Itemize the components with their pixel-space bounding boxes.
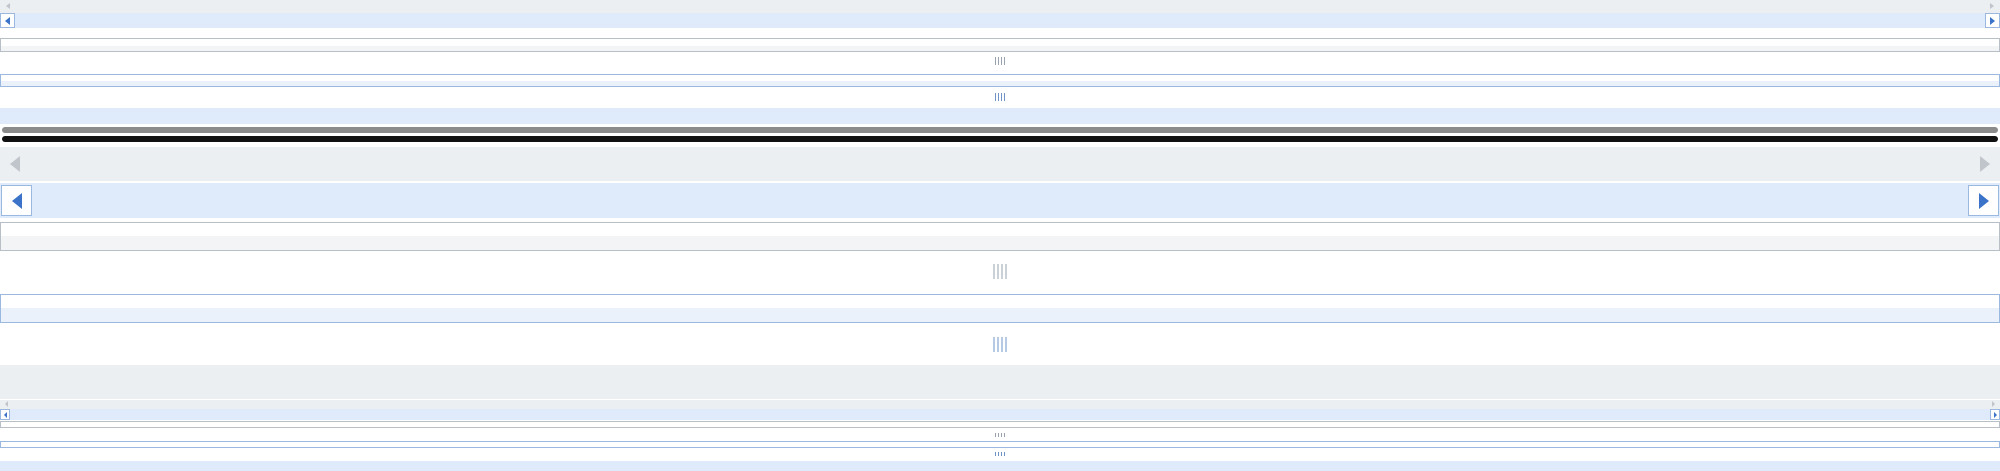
thumb-grip-area-blue-large (0, 323, 2000, 364)
scrollbar-small-grey[interactable] (0, 400, 2000, 409)
scroll-left-button[interactable] (1, 185, 32, 216)
scroll-right-button[interactable] (1990, 409, 2000, 420)
grip-lines-icon (993, 264, 1007, 279)
chevron-right-icon (1978, 192, 1989, 209)
grip-lines-icon (995, 57, 1005, 65)
scrollbar-small-blue[interactable] (0, 13, 2000, 28)
scroll-thumb-blue-small[interactable] (0, 441, 2000, 448)
scroll-left-arrow-icon[interactable] (6, 3, 10, 9)
chevron-right-icon (1993, 411, 1997, 418)
grip-lines-icon (995, 452, 1005, 456)
thumb-grip-area (0, 52, 2000, 72)
progress-bar-grey (2, 127, 1998, 133)
scroll-left-button[interactable] (0, 13, 15, 28)
scroll-thumb-blue-large[interactable] (0, 294, 2000, 323)
scroll-thumb-grey-large[interactable] (0, 222, 2000, 251)
chevron-left-icon (11, 192, 22, 209)
scrollbar-large-blue[interactable] (0, 183, 2000, 218)
chevron-left-icon (3, 411, 7, 418)
scrollbar-large-grey[interactable] (0, 147, 2000, 181)
scrollbar-small-blue[interactable] (0, 409, 2000, 420)
scroll-right-arrow-icon[interactable] (1990, 3, 1994, 9)
scroll-right-arrow-icon[interactable] (1992, 401, 1995, 407)
scroll-thumb-grey[interactable] (0, 38, 2000, 52)
chevron-right-icon (1990, 16, 1995, 25)
track-band-grey-large[interactable] (0, 365, 2000, 399)
progress-bar-black (2, 136, 1998, 142)
track-band-blue-small[interactable] (0, 461, 2000, 471)
track-band-blue[interactable] (0, 108, 2000, 124)
chevron-left-icon (5, 16, 10, 25)
scrollbar-small-grey[interactable] (0, 0, 2000, 13)
thumb-grip-area-large (0, 251, 2000, 292)
thumb-grip-area-blue-small (0, 449, 2000, 459)
scroll-right-button[interactable] (1968, 185, 1999, 216)
grip-lines-icon (993, 337, 1007, 352)
scroll-right-button[interactable] (1985, 13, 2000, 28)
thumb-grip-area-blue (0, 87, 2000, 107)
grip-lines-icon (995, 433, 1005, 437)
thumb-grip-area-small (0, 430, 2000, 440)
scroll-left-button[interactable] (0, 409, 10, 420)
scroll-right-arrow-icon[interactable] (1980, 156, 1990, 172)
scroll-left-arrow-icon[interactable] (10, 156, 20, 172)
scroll-left-arrow-icon[interactable] (5, 401, 8, 407)
scroll-thumb-grey-small[interactable] (0, 421, 2000, 428)
grip-lines-icon (995, 93, 1005, 101)
scroll-thumb-blue[interactable] (0, 74, 2000, 87)
